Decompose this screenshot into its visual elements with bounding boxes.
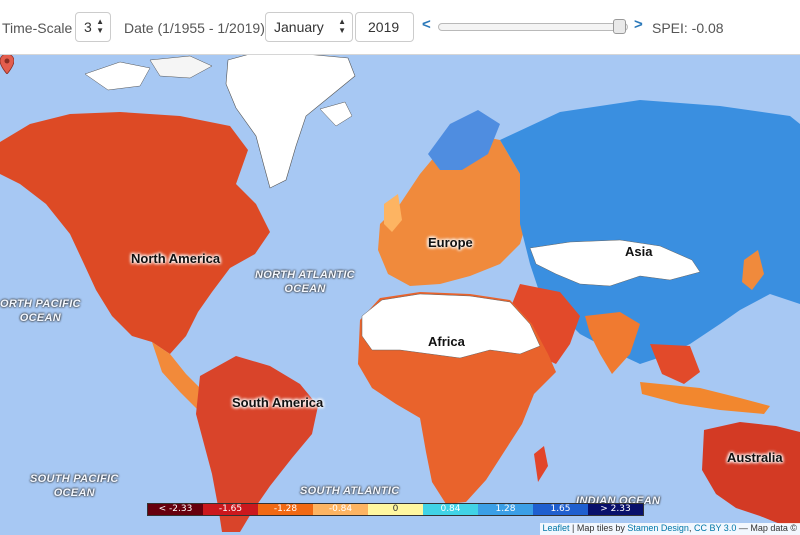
time-scale-value: 3	[84, 19, 92, 35]
ocean-label-north-atlantic: NORTH ATLANTIC OCEAN	[255, 269, 355, 295]
world-map[interactable]: North America South America Europe Afric…	[0, 54, 800, 532]
chevron-left-icon[interactable]: <	[422, 16, 431, 33]
spei-readout: SPEI: -0.08	[652, 20, 724, 36]
ocean-label-north-pacific: ORTH PACIFIC OCEAN	[0, 298, 81, 324]
select-arrows-icon: ▲ ▼	[96, 17, 104, 35]
ocean-label-south-pacific: SOUTH PACIFIC OCEAN	[30, 473, 119, 499]
date-slider-track[interactable]	[438, 23, 628, 31]
legend-bin: > 2.33	[588, 504, 643, 515]
legend-bin: 1.65	[533, 504, 588, 515]
legend-bin: < -2.33	[148, 504, 203, 515]
legend-bin: 0	[368, 504, 423, 515]
year-input[interactable]: 2019	[355, 12, 414, 42]
legend-bin: 0.84	[423, 504, 478, 515]
continent-label-south-america: South America	[232, 395, 324, 410]
select-arrows-icon: ▲ ▼	[338, 17, 346, 35]
continent-label-asia: Asia	[625, 244, 653, 259]
map-attribution: Leaflet | Map tiles by Stamen Design, CC…	[539, 523, 800, 535]
spei-legend: < -2.33 -1.65 -1.28 -0.84 0 0.84 1.28 1.65 > 2.3…	[147, 503, 644, 516]
year-value: 2019	[368, 19, 400, 35]
map-canvas[interactable]	[0, 54, 800, 532]
continent-label-europe: Europe	[428, 235, 473, 250]
continent-label-australia: Australia	[727, 450, 783, 465]
month-value: January	[274, 19, 324, 35]
map-pin-icon[interactable]	[0, 54, 14, 74]
chevron-right-icon[interactable]: >	[634, 16, 643, 33]
month-select[interactable]: January ▲ ▼	[265, 12, 353, 42]
ocean-label-south-atlantic: SOUTH ATLANTIC	[300, 485, 400, 497]
continent-label-africa: Africa	[428, 334, 465, 349]
continent-label-north-america: North America	[131, 251, 221, 266]
legend-bin: -1.28	[258, 504, 313, 515]
date-slider-thumb[interactable]	[613, 19, 626, 34]
time-scale-label: Time-Scale	[2, 20, 73, 36]
legend-bin: -1.65	[203, 504, 258, 515]
time-scale-select[interactable]: 3 ▲ ▼	[75, 12, 111, 42]
date-label: Date (1/1955 - 1/2019)	[124, 20, 265, 36]
control-bar: Time-Scale 3 ▲ ▼ Date (1/1955 - 1/2019) J…	[0, 0, 800, 55]
legend-bin: 1.28	[478, 504, 533, 515]
legend-bin: -0.84	[313, 504, 368, 515]
